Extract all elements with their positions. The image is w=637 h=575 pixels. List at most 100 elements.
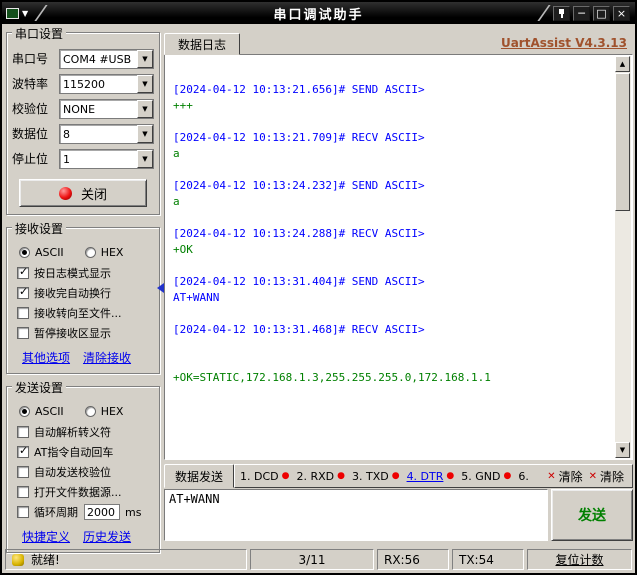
dropdown-arrow-icon[interactable]: ▼ bbox=[137, 74, 153, 93]
tab-data-log[interactable]: 数据日志 bbox=[164, 33, 240, 55]
scroll-up-button[interactable]: ▲ bbox=[615, 56, 630, 72]
shortcut-define-link[interactable]: 快捷定义 bbox=[22, 528, 70, 545]
log-blank-line bbox=[173, 114, 608, 130]
group-title: 串口设置 bbox=[12, 25, 67, 42]
pin-dtr-led-icon: ● bbox=[446, 470, 455, 481]
group-title: 接收设置 bbox=[12, 220, 67, 237]
log-data: +OK=STATIC,172.168.1.3,255.255.255.0,172… bbox=[173, 371, 491, 384]
version-link[interactable]: UartAssist V4.3.13 bbox=[501, 36, 633, 54]
recv-ascii-radio[interactable] bbox=[19, 246, 30, 258]
log-blank-line bbox=[173, 162, 608, 178]
send-input[interactable]: AT+WANN bbox=[164, 489, 548, 541]
status-rx: RX:56 bbox=[377, 549, 449, 570]
log-blank-line bbox=[173, 338, 608, 354]
checkbox-at-auto-cr[interactable]: ✓ AT指令自动回车 bbox=[12, 442, 154, 462]
group-title: 发送设置 bbox=[12, 379, 67, 396]
log-data: AT+WANN bbox=[173, 291, 220, 304]
dropdown-arrow-icon[interactable]: ▼ bbox=[137, 99, 153, 118]
minimize-button[interactable]: ─ bbox=[573, 5, 590, 21]
pin-6: 6. bbox=[518, 469, 529, 483]
log-blank-line bbox=[173, 210, 608, 226]
log-blank-line bbox=[173, 258, 608, 274]
clear-icon: ✕ bbox=[547, 470, 556, 482]
serial-settings-group: 串口设置 串口号 COM4 #USB ▼ 波特率 115200 ▼ 校验位 NO… bbox=[6, 25, 160, 215]
tab-data-send[interactable]: 数据发送 bbox=[164, 464, 234, 488]
clear-icon: ✕ bbox=[588, 470, 597, 482]
log-timestamp: [2024-04-12 10:13:24.232]# SEND ASCII> bbox=[173, 179, 425, 192]
send-hex-radio[interactable] bbox=[84, 405, 96, 417]
baud-rate-label: 波特率 bbox=[12, 77, 49, 91]
status-tx: TX:54 bbox=[452, 549, 524, 570]
log-blank-line bbox=[173, 354, 608, 370]
pin-icon bbox=[556, 8, 567, 19]
send-ascii-radio[interactable] bbox=[19, 405, 30, 417]
log-blank-line bbox=[173, 306, 608, 322]
send-history-link[interactable]: 历史发送 bbox=[83, 528, 131, 545]
data-bits-select[interactable]: 8 ▼ bbox=[59, 123, 154, 144]
clear-log-button[interactable]: ✕ 清除 bbox=[586, 466, 627, 487]
app-icon[interactable] bbox=[6, 7, 19, 19]
pin-status-bar: 1. DCD ● 2. RXD ● 3. TXD ● 4. DTR ● 5. G… bbox=[234, 464, 633, 488]
maximize-button[interactable]: □ bbox=[593, 5, 610, 21]
log-data: a bbox=[173, 147, 180, 160]
dropdown-arrow-icon[interactable]: ▼ bbox=[137, 49, 153, 68]
title-bar: ▼ 串口调试助手 ─ □ × bbox=[2, 2, 635, 24]
checkbox-loop-period[interactable]: ✓ 循环周期 ms bbox=[12, 502, 154, 522]
pin-dtr[interactable]: 4. DTR ● bbox=[407, 470, 455, 483]
app-window: ▼ 串口调试助手 ─ □ × 串口设置 串口号 COM4 #USB ▼ 波特率 bbox=[0, 0, 637, 575]
pin-txd: 3. TXD ● bbox=[351, 469, 400, 483]
recv-hex-radio[interactable] bbox=[84, 246, 96, 258]
other-options-link[interactable]: 其他选项 bbox=[22, 349, 70, 366]
log-data: a bbox=[173, 195, 180, 208]
parity-select[interactable]: NONE ▼ bbox=[59, 98, 154, 119]
pin-button[interactable] bbox=[553, 5, 570, 21]
pin-gnd: 5. GND ● bbox=[461, 469, 512, 483]
scrollbar-thumb[interactable] bbox=[615, 73, 630, 211]
com-port-select[interactable]: COM4 #USB ▼ bbox=[59, 48, 154, 69]
parity-label: 校验位 bbox=[12, 102, 49, 116]
dropdown-arrow-icon[interactable]: ▼ bbox=[137, 124, 153, 143]
log-timestamp: [2024-04-12 10:13:21.709]# RECV ASCII> bbox=[173, 131, 425, 144]
checkbox-file-data-source[interactable]: ✓ 打开文件数据源... bbox=[12, 482, 154, 502]
receive-settings-group: 接收设置 ASCII HEX ✓ 按日志模式显示 ✓ 接收完自动换行 ✓ 接收转… bbox=[6, 220, 160, 374]
close-button[interactable]: × bbox=[613, 5, 630, 21]
loop-period-input[interactable] bbox=[84, 504, 120, 520]
log-area[interactable]: [2024-04-12 10:13:21.656]# SEND ASCII> +… bbox=[164, 54, 633, 460]
log-timestamp: [2024-04-12 10:13:21.656]# SEND ASCII> bbox=[173, 83, 425, 96]
clear-send-button[interactable]: ✕ 清除 bbox=[544, 466, 585, 487]
send-button[interactable]: 发送 bbox=[551, 489, 633, 541]
log-data: +++ bbox=[173, 99, 193, 112]
scroll-down-icon: ▼ bbox=[619, 446, 626, 454]
log-timestamp: [2024-04-12 10:13:31.404]# SEND ASCII> bbox=[173, 275, 425, 288]
collapse-sidebar-arrow-icon[interactable] bbox=[157, 283, 164, 293]
checkbox-parse-escape[interactable]: ✓ 自动解析转义符 bbox=[12, 422, 154, 442]
data-bits-label: 数据位 bbox=[12, 127, 49, 141]
baud-rate-select[interactable]: 115200 ▼ bbox=[59, 73, 154, 94]
settings-sidebar: 串口设置 串口号 COM4 #USB ▼ 波特率 115200 ▼ 校验位 NO… bbox=[6, 25, 160, 565]
reset-count-button[interactable]: 复位计数 bbox=[527, 549, 632, 570]
main-area: 数据日志 UartAssist V4.3.13 [2024-04-12 10:1… bbox=[164, 32, 633, 541]
log-content: [2024-04-12 10:13:21.656]# SEND ASCII> +… bbox=[166, 56, 614, 458]
pin-gnd-led-icon: ● bbox=[503, 470, 512, 481]
log-scrollbar[interactable]: ▲ ▼ bbox=[615, 56, 631, 458]
checkbox-auto-checksum[interactable]: ✓ 自动发送校验位 bbox=[12, 462, 154, 482]
log-timestamp: [2024-04-12 10:13:31.468]# RECV ASCII> bbox=[173, 323, 425, 336]
checkbox-log-mode[interactable]: ✓ 按日志模式显示 bbox=[12, 263, 154, 283]
checkbox-pause-display[interactable]: ✓ 暂停接收区显示 bbox=[12, 323, 154, 343]
checkbox-auto-newline[interactable]: ✓ 接收完自动换行 bbox=[12, 283, 154, 303]
status-ready-text: 就绪! bbox=[31, 553, 60, 567]
scroll-down-button[interactable]: ▼ bbox=[615, 442, 630, 458]
stop-bits-label: 停止位 bbox=[12, 152, 49, 166]
check-icon: ✓ bbox=[19, 285, 29, 298]
checkbox-recv-to-file[interactable]: ✓ 接收转向至文件... bbox=[12, 303, 154, 323]
pin-rxd: 2. RXD ● bbox=[296, 469, 345, 483]
status-bar: 就绪! 3/11 RX:56 TX:54 复位计数 bbox=[5, 549, 632, 570]
system-menu-arrow-icon[interactable]: ▼ bbox=[22, 9, 28, 18]
pin-txd-led-icon: ● bbox=[391, 470, 400, 481]
clear-receive-link[interactable]: 清除接收 bbox=[83, 349, 131, 366]
dropdown-arrow-icon[interactable]: ▼ bbox=[137, 149, 153, 168]
close-port-button[interactable]: 关闭 bbox=[19, 179, 147, 207]
pin-rxd-led-icon: ● bbox=[337, 470, 345, 481]
status-ready-panel: 就绪! bbox=[5, 549, 247, 570]
stop-bits-select[interactable]: 1 ▼ bbox=[59, 148, 154, 169]
